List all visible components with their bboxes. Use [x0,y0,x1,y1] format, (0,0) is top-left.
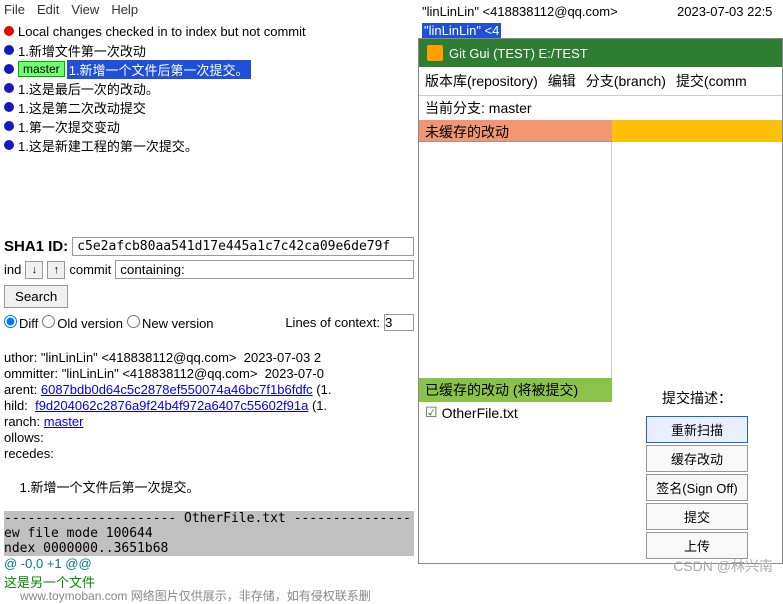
menu-view[interactable]: View [71,2,99,17]
signoff-button[interactable]: 签名(Sign Off) [646,474,748,501]
find-label: ind [4,262,21,277]
menubar[interactable]: File Edit View Help [0,0,418,20]
gitgui-menu-edit[interactable]: 编辑 [548,71,576,91]
gitgui-diff-area[interactable] [612,142,782,378]
file-icon: ☑ [425,404,438,421]
unstaged-area[interactable] [419,142,612,378]
footer-text: www.toymoban.com 网络图片仅供展示，非存储，如有侵权联系删 [20,587,371,604]
menu-help[interactable]: Help [111,2,138,17]
new-version-radio[interactable]: New version [127,315,214,331]
commit-desc-label: 提交描述： [612,384,782,412]
commit-row[interactable]: 1.新增文件第一次改动 [4,41,414,60]
branch-tag: master [18,61,65,77]
gitgui-titlebar[interactable]: Git Gui (TEST) E:/TEST [419,39,782,67]
diff-header-bar [612,120,782,142]
commit-row[interactable]: 1.第一次提交变动 [4,117,414,136]
child-link[interactable]: f9d204062c2876a9f24b4f972a6407c55602f91a [35,398,308,413]
staged-file[interactable]: ☑ OtherFile.txt [419,402,612,423]
find-commit-label: commit [69,262,111,277]
find-down-button[interactable]: ↓ [25,261,43,279]
search-button[interactable]: Search [4,285,68,308]
find-up-button[interactable]: ↑ [47,261,65,279]
commit-row[interactable]: 1.这是最后一次的改动。 [4,79,414,98]
gitgui-title-text: Git Gui (TEST) E:/TEST [449,46,588,61]
sha-input[interactable] [72,237,414,256]
diff-file-header: ---------------------- OtherFile.txt ---… [4,511,414,526]
gitgui-icon [427,45,443,61]
commit-row[interactable]: master1.新增一个文件后第一次提交。 [4,60,414,79]
commit-row[interactable]: Local changes checked in to index but no… [4,22,414,41]
upload-button[interactable]: 上传 [646,532,748,559]
watermark: CSDN @林兴南 [673,556,773,576]
author-row: "linLinLin" <418838112@qq.com> [422,2,669,21]
gitgui-menubar[interactable]: 版本库(repository) 编辑 分支(branch) 提交(comm [419,67,782,96]
gitgui-menu-commit[interactable]: 提交(comm [676,71,747,91]
commit-row[interactable]: 1.这是第二次改动提交 [4,98,414,117]
lines-input[interactable] [384,314,414,331]
rescan-button[interactable]: 重新扫描 [646,416,748,443]
gitgui-menu-repo[interactable]: 版本库(repository) [425,71,538,91]
commit-graph[interactable]: Local changes checked in to index but no… [0,20,418,157]
commit-button[interactable]: 提交 [646,503,748,530]
lines-label: Lines of context: [285,315,380,330]
commit-row[interactable]: 1.这是新建工程的第一次提交。 [4,136,414,155]
diff-view[interactable]: uthor: "linLinLin" <418838112@qq.com> 20… [0,333,418,604]
unstaged-header: 未缓存的改动 [419,120,612,142]
old-version-radio[interactable]: Old version [42,315,123,331]
menu-edit[interactable]: Edit [37,2,59,17]
diff-radio[interactable]: Diff [4,315,38,331]
stage-button[interactable]: 缓存改动 [646,445,748,472]
gitgui-menu-branch[interactable]: 分支(branch) [586,71,666,91]
sha-label: SHA1 ID: [4,238,68,255]
parent-link[interactable]: 6087bdb0d64c5c2878ef550074a46bc7f1b6fdfc [41,382,313,397]
find-input[interactable] [115,260,414,279]
date-cell: 2023-07-03 22:5 [677,2,779,21]
current-branch: 当前分支: master [419,96,782,120]
staged-header: 已缓存的改动 (将被提交) [419,378,612,402]
menu-file[interactable]: File [4,2,25,17]
branch-link[interactable]: master [44,414,84,429]
